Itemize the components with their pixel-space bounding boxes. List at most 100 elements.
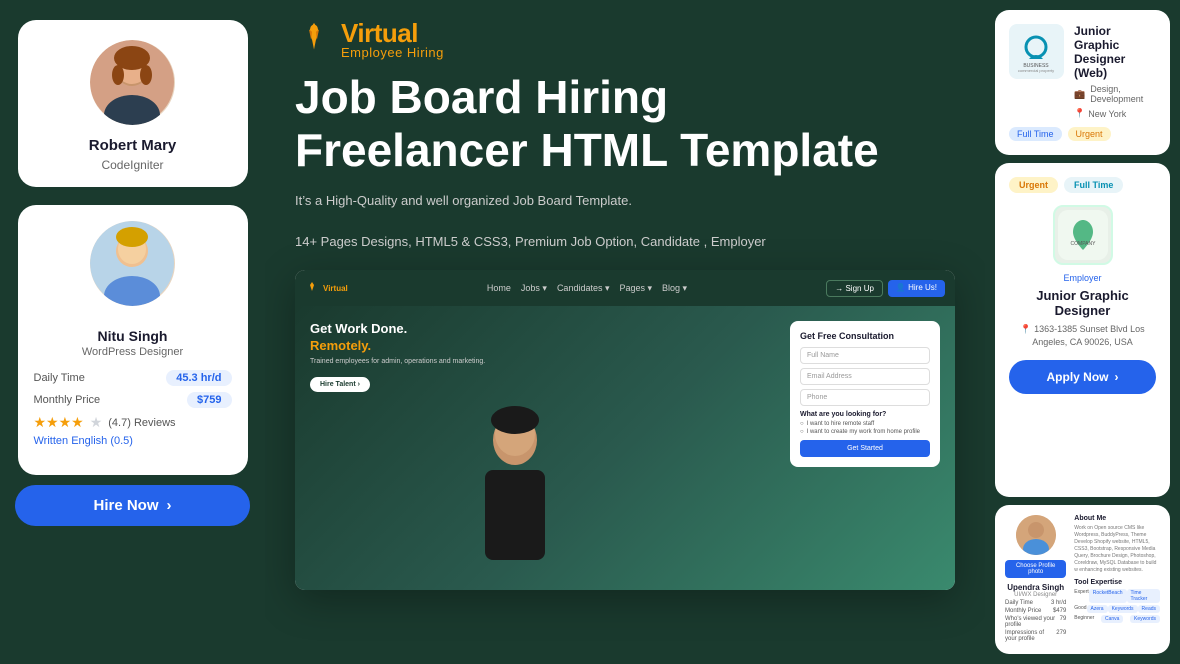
sub-description: It’s a High-Quality and well organized J… — [295, 191, 955, 253]
logo-icon — [295, 21, 333, 59]
hire-now-button[interactable]: Hire Now › — [15, 485, 250, 526]
profile-name-robert: Robert Mary — [89, 137, 177, 154]
mini-nav-pages[interactable]: Pages ▾ — [620, 283, 653, 294]
mini-fullname-field[interactable]: Full Name — [800, 347, 930, 364]
written-english: Written English (0.5) — [34, 435, 232, 447]
apply-now-label: Apply Now — [1047, 370, 1109, 384]
location-pin-icon: 📍 — [1074, 108, 1085, 119]
mini-hero-title-remote: Remotely. — [310, 338, 485, 353]
svg-text:commercial property: commercial property — [1018, 68, 1054, 73]
mini-hero-text: Get Work Done. Remotely. Trained employe… — [310, 321, 485, 392]
mini-nav-candidates[interactable]: Candidates ▾ — [557, 283, 610, 294]
mini-nav-blog[interactable]: Blog ▾ — [662, 283, 687, 294]
ps-expert-tool2: Time Tracker — [1127, 589, 1161, 603]
employer-badges: Urgent Full Time — [1009, 177, 1156, 193]
profile-name-nitu: Nitu Singh — [34, 328, 232, 344]
mini-phone-field[interactable]: Phone — [800, 389, 930, 406]
mini-radio-option1[interactable]: ○I want to hire remote staff — [800, 421, 930, 427]
address-pin-icon: 📍 — [1020, 324, 1031, 334]
heading-line1: Job Board Hiring — [295, 71, 955, 124]
mini-nav-home[interactable]: Home — [487, 283, 511, 294]
avatar-robert — [90, 40, 175, 125]
job-title-top: Junior Graphic Designer (Web) — [1074, 24, 1156, 80]
ps-impressions-row: Impressions of your profile 279 — [1005, 630, 1066, 642]
ps-right: About Me Work on Open source CMS like Wo… — [1074, 515, 1160, 644]
ps-left: Choose Profile photo Upendra Singh UI/WX… — [1005, 515, 1066, 644]
employer-logo-wrap: COMPANY — [1009, 205, 1156, 265]
daily-time-row: Daily Time 45.3 hr/d — [34, 370, 232, 386]
mini-hero-desc: Trained employees for admin, operations … — [310, 358, 485, 365]
mini-hero-title-line1: Get Work Done. — [310, 321, 485, 338]
mini-nav-jobs[interactable]: Jobs ▾ — [521, 283, 547, 294]
ps-about-title: About Me — [1074, 515, 1160, 522]
ps-name: Upendra Singh — [1005, 583, 1066, 592]
business-logo-icon: BUSINESS commercial property — [1014, 29, 1059, 74]
mini-get-started-button[interactable]: Get Started — [800, 440, 930, 457]
ps-daily-time-row: Daily Time 3 hr/d — [1005, 600, 1066, 606]
ps-beginner-tool1: Canva — [1101, 615, 1123, 623]
mini-consultation-form: Get Free Consultation Full Name Email Ad… — [790, 321, 940, 467]
profile-role-robert: CodeIgniter — [101, 158, 163, 172]
ps-avatar-icon — [1016, 515, 1056, 555]
logo-area: Virtual Employee Hiring — [295, 20, 955, 59]
mini-logo-icon — [305, 281, 319, 295]
ps-viewed-row: Who's viewed your profile 79 — [1005, 616, 1066, 628]
job-categories: Design, Development — [1090, 84, 1156, 104]
tag-fulltime[interactable]: Full Time — [1009, 127, 1062, 141]
apply-now-button[interactable]: Apply Now › — [1009, 360, 1156, 394]
ps-monthly-label: Monthly Price — [1005, 608, 1041, 614]
ps-monthly-row: Monthly Price $479 — [1005, 608, 1066, 614]
ps-expert-row: Expert RocketBeach Time Tracker — [1074, 589, 1160, 603]
ps-tools-title: Tool Expertise — [1074, 579, 1160, 586]
mini-consult-title: Get Free Consultation — [800, 331, 930, 341]
avatar-nitu — [90, 221, 175, 306]
mini-nav-links: Home Jobs ▾ Candidates ▾ Pages ▾ Blog ▾ — [358, 283, 816, 294]
company-logo: BUSINESS commercial property — [1009, 24, 1064, 79]
ps-good-tool3: Reads — [1138, 605, 1160, 613]
mini-radio-option2[interactable]: ○I want to create my work from home prof… — [800, 429, 930, 435]
location-text: New York — [1088, 109, 1126, 119]
ps-good-row: Good Azera Keywords Reads — [1074, 605, 1160, 613]
hire-now-arrow-icon: › — [167, 497, 172, 514]
ps-good-label: Good — [1074, 605, 1086, 613]
ps-expert-label: Expert — [1074, 589, 1088, 603]
ps-role: UI/WX Designer — [1005, 592, 1066, 598]
profile-role-nitu: WordPress Designer — [34, 346, 232, 358]
ps-choose-photo-button[interactable]: Choose Profile photo — [1005, 560, 1066, 578]
employer-company-logo-icon: COMPANY — [1058, 210, 1108, 260]
profile-screenshot: Choose Profile photo Upendra Singh UI/WX… — [995, 505, 1170, 654]
star-icons: ★★★★ — [34, 414, 84, 431]
job-meta: 💼 Design, Development — [1074, 84, 1156, 104]
mini-nav-logo: Virtual — [305, 281, 348, 295]
monthly-price-row: Monthly Price $759 — [34, 392, 232, 408]
ps-daily-value: 3 hr/d — [1051, 600, 1066, 606]
ps-viewed-label: Who's viewed your profile — [1005, 616, 1060, 628]
center-content: Virtual Employee Hiring Job Board Hiring… — [265, 0, 985, 664]
profile-card-nitu: Nitu Singh WordPress Designer Daily Time… — [18, 205, 248, 475]
ps-good-tool1: Azera — [1087, 605, 1108, 613]
ps-avatar — [1016, 515, 1056, 555]
ps-monthly-value: $479 — [1053, 608, 1066, 614]
tag-urgent[interactable]: Urgent — [1068, 127, 1111, 141]
sub-text-2: 14+ Pages Designs, HTML5 & CSS3, Premium… — [295, 232, 955, 253]
heading-line2: Freelancer HTML Template — [295, 124, 955, 177]
mini-hire-talent-button[interactable]: Hire Talent › — [310, 377, 370, 392]
ps-expert-tool1: RocketBeach — [1089, 589, 1127, 603]
badge-urgent: Urgent — [1009, 177, 1058, 193]
daily-time-label: Daily Time — [34, 372, 85, 384]
employer-card: Urgent Full Time COMPANY Employer Junior… — [995, 163, 1170, 497]
ps-impressions-value: 279 — [1056, 630, 1066, 642]
job-card-top: BUSINESS commercial property Junior Grap… — [995, 10, 1170, 155]
mini-logo-text: Virtual — [323, 284, 348, 293]
logo-text: Virtual Employee Hiring — [341, 20, 444, 59]
svg-text:COMPANY: COMPANY — [1070, 241, 1096, 247]
mini-sign-up-button[interactable]: → Sign Up — [826, 280, 883, 297]
ps-daily-label: Daily Time — [1005, 600, 1033, 606]
badge-fulltime: Full Time — [1064, 177, 1123, 193]
ps-about-text: Work on Open source CMS like Wordpress, … — [1074, 525, 1160, 574]
mini-hire-us-button[interactable]: 👤 Hire Us! — [888, 280, 945, 297]
job-tags-row: Full Time Urgent — [1009, 127, 1156, 141]
mini-email-field[interactable]: Email Address — [800, 368, 930, 385]
sub-text-1: It’s a High-Quality and well organized J… — [295, 191, 955, 212]
hire-now-label: Hire Now — [93, 497, 158, 514]
